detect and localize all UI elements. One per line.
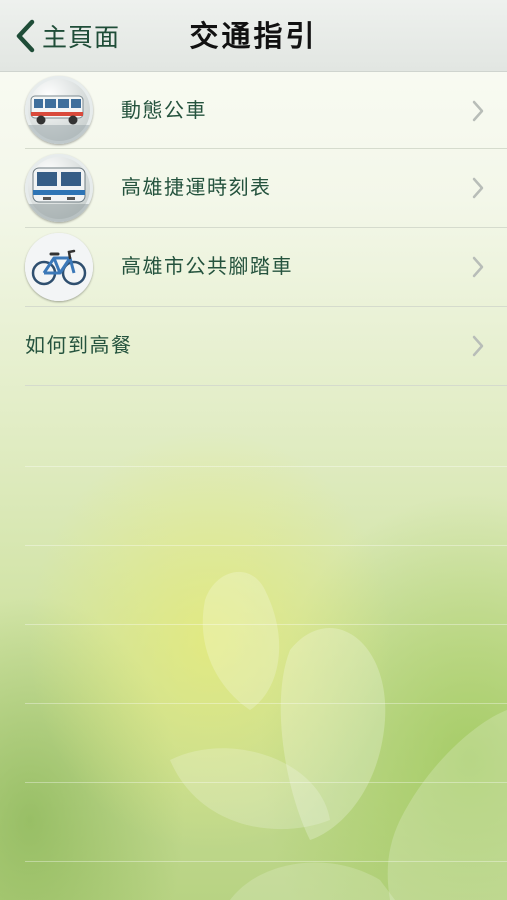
background-line [25,545,507,546]
background-line [25,782,507,783]
list-item-label: 如何到高餐 [25,333,133,357]
chevron-right-icon [471,149,485,226]
chevron-right-icon [471,307,485,384]
list-item-public-bicycle[interactable]: 高雄市公共腳踏車 [0,228,507,307]
transport-menu-list: 動態公車 高雄捷運時刻表 高雄市公共腳踏車 如何到高餐 [0,72,507,386]
bicycle-icon [25,233,93,301]
list-item-dynamic-bus[interactable]: 動態公車 [0,72,507,149]
list-item-how-to-get-to-school[interactable]: 如何到高餐 [0,307,507,386]
page-title: 交通指引 [189,19,318,53]
background-line [25,861,507,862]
list-item-label: 高雄捷運時刻表 [121,175,272,199]
list-item-label: 動態公車 [121,98,207,122]
background-line [25,703,507,704]
background-line [25,624,507,625]
background-line [25,466,507,467]
chevron-right-icon [471,228,485,305]
row-separator [25,385,507,386]
list-item-kaohsiung-metro-timetable[interactable]: 高雄捷運時刻表 [0,149,507,228]
metro-train-icon [25,154,93,222]
list-item-label: 高雄市公共腳踏車 [121,254,293,278]
chevron-right-icon [471,72,485,149]
navigation-bar: 主頁面 交通指引 [0,0,507,72]
bus-icon [25,76,93,144]
